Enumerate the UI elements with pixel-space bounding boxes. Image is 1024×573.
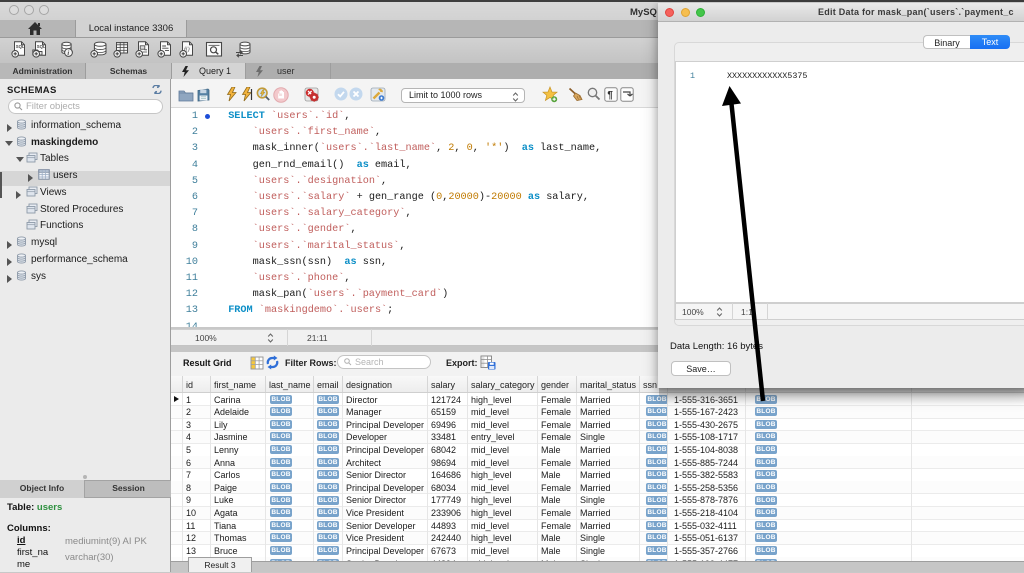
svg-text:SQL: SQL	[37, 44, 46, 49]
svg-text:SQL: SQL	[16, 44, 25, 49]
svg-text:i: i	[67, 50, 69, 57]
svg-text:¶: ¶	[607, 90, 613, 101]
